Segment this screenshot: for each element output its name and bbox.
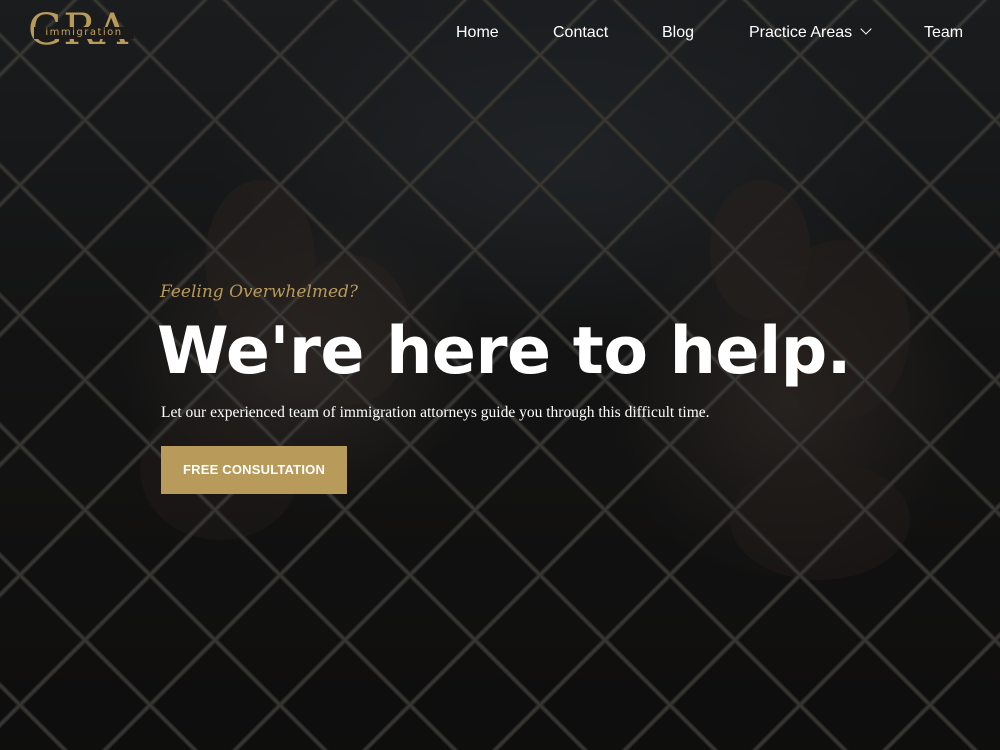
hero-eyebrow: Feeling Overwhelmed? [160, 282, 358, 302]
nav-contact[interactable]: Contact [553, 22, 608, 44]
hero-section: GRA immigration Home Contact Blog Practi… [0, 0, 1000, 750]
nav-home[interactable]: Home [456, 22, 499, 44]
free-consultation-button[interactable]: FREE CONSULTATION [161, 446, 347, 494]
nav-blog[interactable]: Blog [662, 22, 694, 44]
hero-subtext: Let our experienced team of immigration … [161, 404, 710, 421]
nav-team[interactable]: Team [924, 22, 963, 44]
main-nav: Home Contact Blog Practice Areas Team [0, 22, 1000, 46]
hero-headline: We're here to help. [157, 314, 851, 389]
nav-practice-areas-label: Practice Areas [749, 24, 853, 41]
chevron-down-icon[interactable] [860, 23, 872, 35]
nav-practice-areas[interactable]: Practice Areas [749, 22, 872, 44]
